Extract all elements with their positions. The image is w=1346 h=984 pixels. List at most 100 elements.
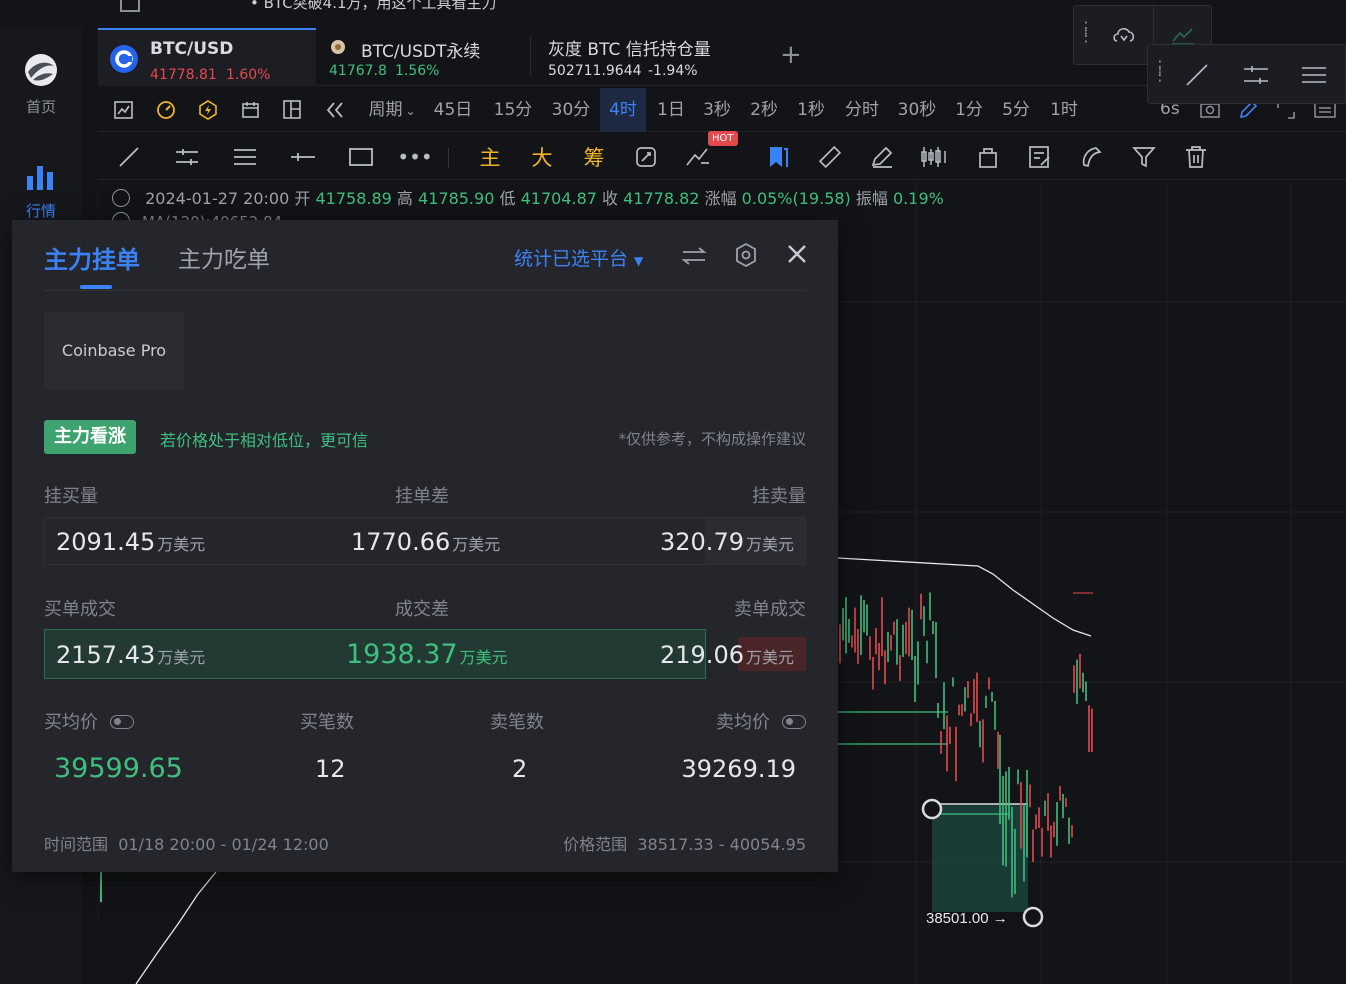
- toggle-icon[interactable]: [110, 715, 134, 729]
- flash-icon[interactable]: [198, 100, 218, 120]
- tab-btc-usd[interactable]: BTC/USD 41778.81 1.60%: [98, 28, 316, 86]
- tab-main-orders[interactable]: 主力挂单: [44, 240, 140, 275]
- signal-tool-icon[interactable]: [683, 142, 713, 172]
- avg-buy-value: 39599.65: [54, 753, 183, 784]
- toggle-icon[interactable]: [782, 715, 806, 729]
- calendar-icon[interactable]: [241, 100, 260, 119]
- news-ticker[interactable]: • BTC突破4.1万，用这个工具看主力: [250, 0, 497, 13]
- parallel-channel-icon[interactable]: [1243, 65, 1269, 85]
- candles-icon[interactable]: [919, 142, 949, 172]
- active-tab-indicator: [80, 285, 112, 289]
- swap-icon[interactable]: [681, 246, 707, 266]
- ai-analysis-icon[interactable]: [631, 142, 661, 172]
- ask-volume-value: 320.79 万美元: [660, 528, 794, 556]
- horizontal-lines-icon[interactable]: [230, 142, 260, 172]
- tab-main-trades[interactable]: 主力吃单: [178, 240, 270, 274]
- drag-handle-icon[interactable]: ⋮ ⋮: [1152, 59, 1168, 83]
- chevron-down-icon: ⌄: [405, 104, 416, 118]
- period-item[interactable]: 5分: [994, 88, 1038, 132]
- period-item[interactable]: 1时: [1044, 88, 1084, 132]
- buy-count-value: 12: [315, 755, 346, 783]
- period-item[interactable]: 3秒: [696, 88, 738, 132]
- period-cycle-dropdown[interactable]: 周期 ⌄: [362, 88, 422, 132]
- platform-select[interactable]: 统计已选平台 ▼: [514, 244, 643, 271]
- horizontal-lines-icon[interactable]: [1301, 65, 1327, 85]
- tab-btc-usdt-perp[interactable]: BTC/USDT永续 41767.8 1.56%: [316, 28, 524, 86]
- period-item[interactable]: 15分: [488, 88, 538, 132]
- trend-line-icon[interactable]: [114, 142, 144, 172]
- close-icon[interactable]: [787, 244, 807, 264]
- main-force-panel: 主力挂单 主力吃单 统计已选平台 ▼ Coinbase Pro 主力看涨 若价格处…: [12, 220, 838, 872]
- drag-handle-icon[interactable]: ⋮ ⋮: [1078, 20, 1094, 44]
- ma-line: [837, 557, 1092, 637]
- range-low-marker[interactable]: [1022, 906, 1044, 928]
- bookmark-icon[interactable]: [763, 142, 793, 172]
- brush-icon[interactable]: [867, 142, 897, 172]
- chart-type-icon[interactable]: [114, 101, 133, 119]
- order-diff-header: 挂单差: [395, 486, 449, 507]
- period-item[interactable]: 45日: [428, 88, 478, 132]
- platform-select-label: 统计已选平台: [514, 248, 629, 270]
- ruler-icon[interactable]: [815, 142, 845, 172]
- big-order-button[interactable]: 大: [527, 142, 557, 172]
- tab-change: -1.94%: [648, 63, 698, 79]
- settings-icon[interactable]: [735, 243, 757, 267]
- value: 2091.45: [56, 528, 156, 556]
- undo-cloud-icon[interactable]: [1111, 23, 1137, 47]
- label: 价格范围: [563, 835, 628, 854]
- range-start-marker[interactable]: [921, 798, 943, 820]
- bid-volume-value: 2091.45 万美元: [56, 528, 205, 556]
- sidebar-item-market[interactable]: 行情: [0, 162, 82, 226]
- period-item[interactable]: 30分: [546, 88, 596, 132]
- tab-change: 1.56%: [395, 63, 440, 79]
- note-edit-icon[interactable]: [1025, 142, 1055, 172]
- lock-icon[interactable]: [973, 142, 1003, 172]
- main-force-button[interactable]: 主: [475, 142, 505, 172]
- trade-diff-value: 1938.37 万美元: [346, 639, 508, 670]
- magnet-icon[interactable]: [1077, 142, 1107, 172]
- caret-down-icon: ▼: [634, 254, 644, 268]
- horizontal-ray-icon[interactable]: [288, 142, 318, 172]
- disclaimer: *仅供参考，不构成操作建议: [618, 430, 806, 448]
- sell-count-header: 卖笔数: [490, 712, 544, 733]
- filter-icon[interactable]: [1129, 142, 1159, 172]
- tab-grayscale-holdings[interactable]: 灰度 BTC 信托持仓量 502711.9644 -1.94%: [538, 28, 768, 86]
- low-price-label: 38501.00 →: [926, 910, 1008, 927]
- tab-price: 41767.8: [329, 63, 387, 79]
- chip-distribution-button[interactable]: 筹: [579, 142, 609, 172]
- platform-chip[interactable]: Coinbase Pro: [44, 312, 184, 390]
- value: 320.79: [660, 528, 744, 556]
- share-icon[interactable]: [120, 0, 140, 12]
- tab-price: 502711.9644: [548, 63, 642, 79]
- time-range: 时间范围 01/18 20:00 - 01/24 12:00: [44, 831, 329, 855]
- period-item[interactable]: 30秒: [892, 88, 942, 132]
- tab-price: 41778.81: [150, 67, 217, 83]
- indicator-gauge-icon[interactable]: [156, 100, 176, 120]
- bid-volume-header: 挂买量: [44, 486, 98, 507]
- value: 1770.66: [351, 528, 451, 556]
- layout-icon[interactable]: [283, 100, 301, 119]
- home-logo-icon: [25, 54, 57, 86]
- unit-label: 万美元: [157, 535, 206, 554]
- sidebar-item-home[interactable]: 首页: [0, 48, 82, 118]
- delete-icon[interactable]: [1181, 142, 1211, 172]
- replay-icon[interactable]: [325, 101, 345, 119]
- float-toolbar-draw: ⋮ ⋮: [1147, 44, 1346, 104]
- period-item[interactable]: 2秒: [743, 88, 785, 132]
- label: 时间范围: [44, 835, 109, 854]
- period-item[interactable]: 1秒: [790, 88, 832, 132]
- trend-line-icon[interactable]: [1185, 63, 1209, 87]
- period-item[interactable]: 1日: [650, 88, 692, 132]
- add-tab-button[interactable]: +: [780, 40, 802, 70]
- rectangle-icon[interactable]: [346, 142, 376, 172]
- period-cycle-label: 周期: [368, 100, 403, 120]
- period-item[interactable]: 分时: [838, 88, 886, 132]
- unit-label: 万美元: [745, 648, 794, 667]
- parallel-channel-icon[interactable]: [172, 142, 202, 172]
- period-item[interactable]: 4时: [600, 88, 646, 132]
- period-item[interactable]: 1分: [950, 88, 988, 132]
- avg-sell-header: 卖均价: [716, 708, 806, 734]
- order-diff-value: 1770.66 万美元: [351, 528, 500, 556]
- more-tools-icon[interactable]: •••: [397, 142, 432, 172]
- drawing-toolbar: ••• 主 大 筹 HOT: [98, 131, 1346, 180]
